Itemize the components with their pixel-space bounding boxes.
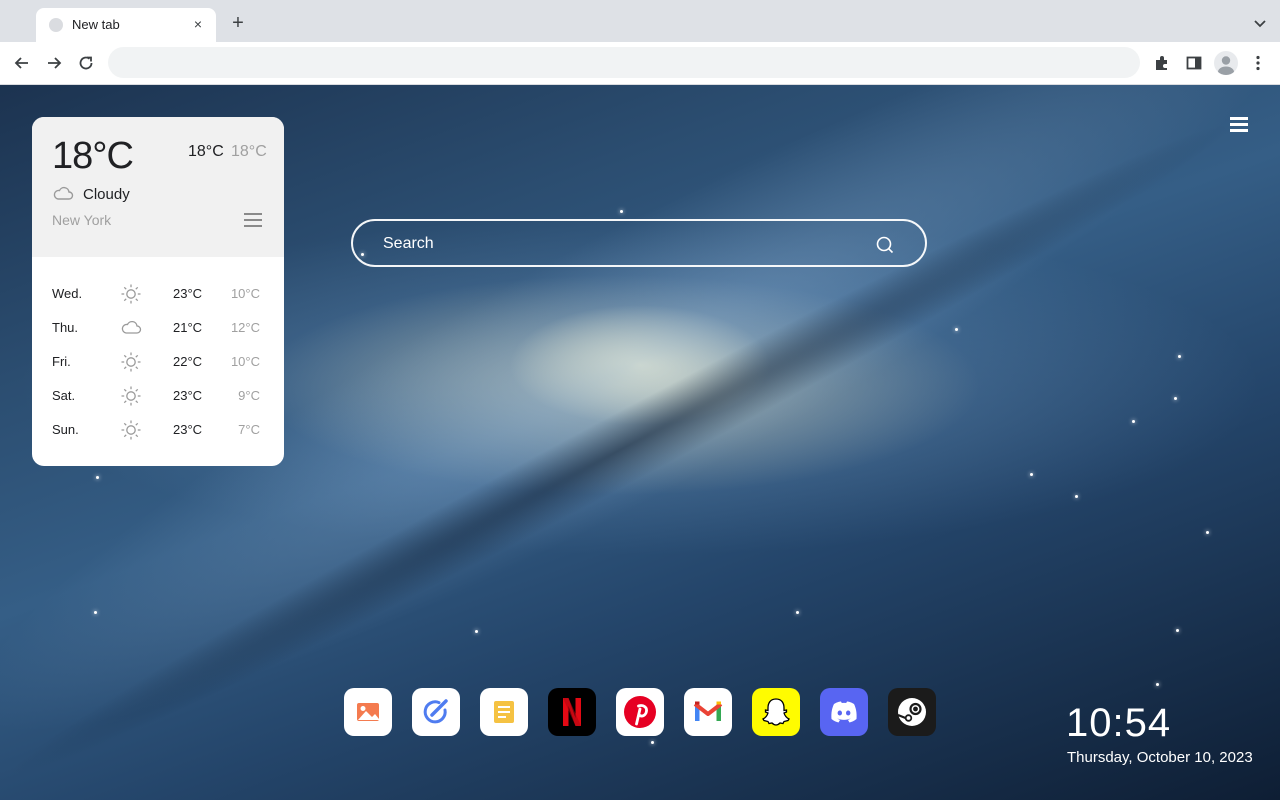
forecast-low: 10°C	[230, 354, 260, 369]
forward-icon[interactable]	[44, 53, 64, 73]
sun-icon	[120, 385, 142, 407]
star	[1206, 531, 1209, 534]
weather-current: 18°C 18°C 18°C Cloudy New York	[32, 117, 284, 257]
back-icon[interactable]	[12, 53, 32, 73]
pen-check-icon	[423, 699, 448, 724]
side-panel-icon[interactable]	[1184, 53, 1204, 73]
today-high: 18°C	[188, 143, 224, 160]
forecast-row: Sat. 23°C 9°C	[32, 379, 284, 413]
star	[955, 328, 958, 331]
sun-icon	[120, 283, 142, 305]
discord-icon	[831, 701, 857, 723]
steam-app[interactable]	[888, 688, 936, 736]
weather-condition: Cloudy	[83, 186, 130, 203]
star	[1174, 397, 1177, 400]
cloud-icon	[53, 186, 74, 200]
sun-icon	[120, 351, 142, 373]
forecast-day: Wed.	[52, 286, 83, 301]
forecast-row: Fri. 22°C 10°C	[32, 345, 284, 379]
steam-icon	[897, 698, 926, 726]
profile-icon[interactable]	[1214, 51, 1238, 75]
star	[94, 611, 97, 614]
pinterest-icon	[624, 696, 656, 728]
cloud-icon	[120, 317, 142, 339]
sun-icon	[120, 419, 142, 441]
discord-app[interactable]	[820, 688, 868, 736]
star	[1178, 355, 1181, 358]
gmail-icon	[693, 701, 723, 721]
new-tab-page: 18°C 18°C 18°C Cloudy New York Wed. 23°C 1…	[0, 85, 1280, 800]
star	[620, 210, 623, 213]
tab-close-button[interactable]: ×	[190, 16, 206, 32]
star	[1176, 629, 1179, 632]
forecast-high: 23°C	[173, 422, 203, 437]
forecast-row: Wed. 23°C 10°C	[32, 277, 284, 311]
page-menu-icon[interactable]	[1230, 117, 1248, 132]
star	[1156, 683, 1159, 686]
forecast-high: 22°C	[173, 354, 203, 369]
forecast-high: 23°C	[173, 388, 203, 403]
clock-date: Thursday, October 10, 2023	[1067, 749, 1253, 766]
tab-search-icon[interactable]	[1252, 15, 1268, 31]
forecast-low: 12°C	[230, 320, 260, 335]
browser-toolbar	[0, 42, 1280, 85]
photos-app[interactable]	[344, 688, 392, 736]
clock-time: 10:54	[1066, 701, 1172, 745]
weather-city: New York	[52, 212, 112, 228]
new-tab-button[interactable]: +	[228, 13, 248, 33]
star	[1132, 420, 1135, 423]
star	[475, 630, 478, 633]
forecast-day: Sat.	[52, 388, 76, 403]
tab-new-tab[interactable]: New tab ×	[36, 8, 216, 42]
forecast-row: Thu. 21°C 12°C	[32, 311, 284, 345]
star	[796, 611, 799, 614]
search-box[interactable]	[351, 219, 927, 267]
address-bar[interactable]	[108, 47, 1140, 78]
image-icon	[357, 703, 379, 721]
tab-strip: New tab × +	[0, 0, 1280, 42]
more-menu-icon[interactable]	[1248, 53, 1268, 73]
netflix-icon	[563, 698, 581, 726]
note-icon	[494, 701, 514, 723]
weather-menu-icon[interactable]	[244, 213, 262, 229]
edit-app[interactable]	[412, 688, 460, 736]
snapchat-app[interactable]	[752, 688, 800, 736]
forecast-day: Sun.	[52, 422, 79, 437]
extensions-icon[interactable]	[1152, 53, 1172, 73]
star	[651, 741, 654, 744]
gmail-app[interactable]	[684, 688, 732, 736]
tab-title: New tab	[72, 17, 120, 32]
forecast-day: Fri.	[52, 354, 71, 369]
current-temperature: 18°C	[52, 135, 134, 177]
favicon-icon	[49, 18, 63, 32]
forecast-day: Thu.	[52, 320, 79, 335]
notes-app[interactable]	[480, 688, 528, 736]
search-input[interactable]	[383, 233, 863, 255]
forecast-low: 9°C	[238, 388, 260, 403]
weather-widget[interactable]: 18°C 18°C 18°C Cloudy New York Wed. 23°C 1…	[32, 117, 284, 466]
forecast-high: 21°C	[173, 320, 203, 335]
snapchat-icon	[762, 698, 790, 726]
forecast-row: Sun. 23°C 7°C	[32, 413, 284, 447]
today-low: 18°C	[231, 143, 267, 160]
search-icon[interactable]	[875, 235, 895, 255]
pinterest-app[interactable]	[616, 688, 664, 736]
star	[1075, 495, 1078, 498]
reload-icon[interactable]	[76, 53, 96, 73]
star	[96, 476, 99, 479]
forecast-high: 23°C	[173, 286, 203, 301]
netflix-app[interactable]	[548, 688, 596, 736]
star	[1030, 473, 1033, 476]
forecast-low: 7°C	[238, 422, 260, 437]
forecast-low: 10°C	[230, 286, 260, 301]
